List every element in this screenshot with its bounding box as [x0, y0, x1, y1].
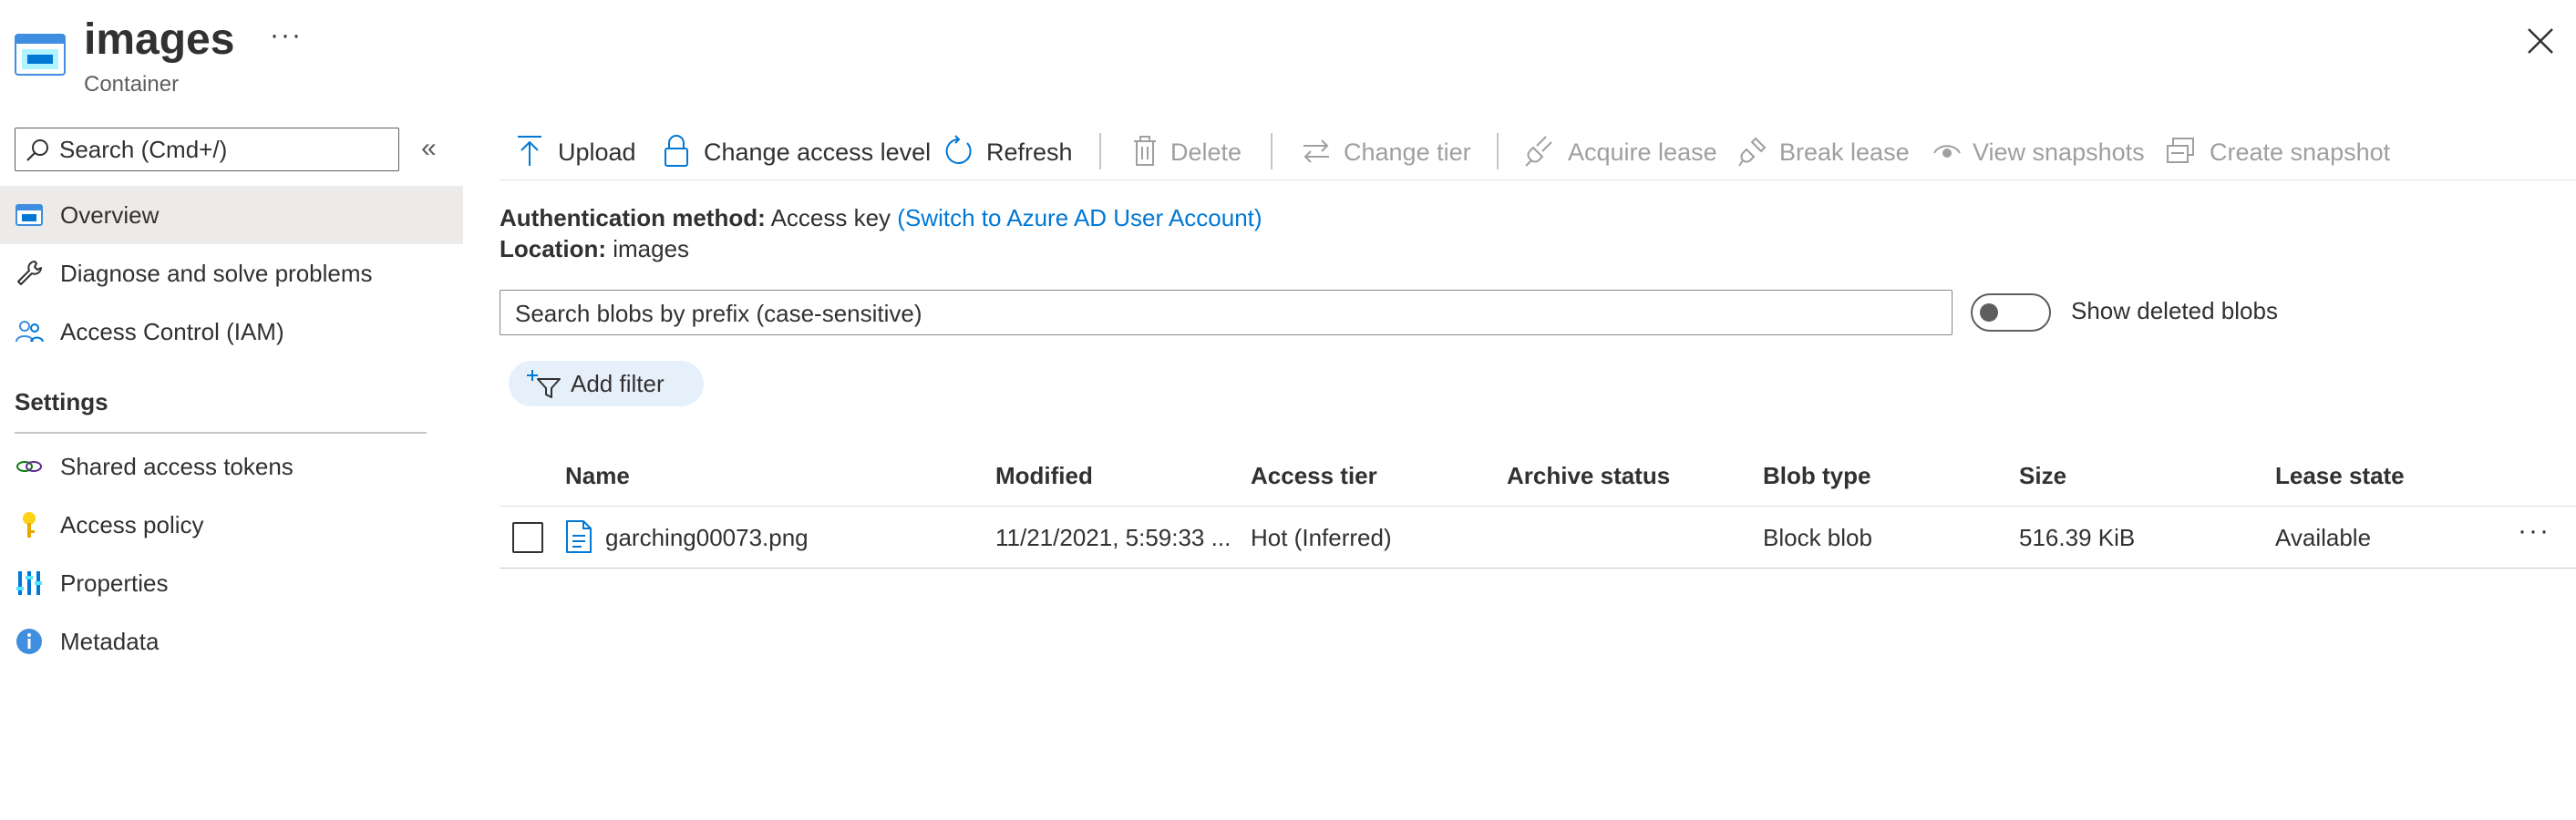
column-header-size[interactable]: Size [2019, 445, 2066, 507]
page-title: images [84, 15, 235, 64]
plug-icon [1525, 136, 1552, 167]
column-header-access-tier[interactable]: Access tier [1251, 445, 1377, 507]
sidebar-search-input[interactable] [59, 134, 387, 165]
sidebar-item-label: Overview [60, 201, 160, 229]
location-line: Location: images [500, 235, 689, 263]
auth-method-label: Authentication method: [500, 204, 766, 231]
toolbar-separator [1497, 133, 1499, 169]
blob-access-tier: Hot (Inferred) [1251, 524, 1392, 551]
storage-container-icon [15, 34, 66, 76]
properties-icon [16, 571, 42, 595]
column-header-archive-status[interactable]: Archive status [1507, 445, 1670, 507]
sidebar-item-label: Access policy [60, 511, 204, 538]
sidebar-item-iam[interactable]: Access Control (IAM) [0, 302, 463, 361]
show-deleted-blobs-label: Show deleted blobs [2071, 297, 2278, 324]
eye-icon [1933, 145, 1961, 158]
sidebar-item-overview[interactable]: Overview [0, 186, 463, 244]
change-tier-button[interactable]: Change tier [1300, 124, 1482, 179]
upload-button[interactable]: Upload [514, 124, 678, 179]
swap-icon [1303, 139, 1329, 163]
column-header-modified[interactable]: Modified [995, 445, 1093, 507]
location-value: images [613, 235, 690, 262]
auth-method-value: Access key [770, 204, 891, 231]
change-tier-label: Change tier [1344, 138, 1471, 166]
search-icon [26, 139, 48, 161]
blob-type: Block blob [1763, 524, 1872, 551]
column-header-name[interactable]: Name [565, 445, 630, 507]
blade-header: images Container ··· [0, 0, 2576, 109]
blob-size: 516.39 KiB [2019, 524, 2136, 551]
sidebar-item-diagnose[interactable]: Diagnose and solve problems [0, 244, 463, 302]
settings-section-title: Settings [15, 388, 108, 415]
broken-plug-icon [1738, 137, 1767, 167]
delete-label: Delete [1170, 138, 1242, 166]
sidebar-item-access-policy[interactable]: Access policy [0, 496, 463, 554]
acquire-lease-button[interactable]: Acquire lease [1524, 124, 1725, 179]
lock-icon [665, 135, 688, 167]
collapse-sidebar-button[interactable]: « [421, 135, 450, 164]
upload-label: Upload [558, 138, 636, 166]
sidebar-item-shared-access-tokens[interactable]: Shared access tokens [0, 437, 463, 496]
upload-icon [518, 136, 541, 166]
create-snapshot-button[interactable]: Create snapshot [2164, 124, 2401, 179]
view-snapshots-label: View snapshots [1973, 138, 2145, 166]
table-row[interactable]: garching00073.png 11/21/2021, 5:59:33 ..… [500, 507, 2576, 569]
column-header-lease-state[interactable]: Lease state [2275, 445, 2405, 507]
add-filter-label: Add filter [571, 370, 665, 397]
refresh-button[interactable]: Refresh [943, 124, 1079, 179]
row-checkbox[interactable] [512, 522, 543, 553]
delete-button[interactable]: Delete [1128, 124, 1265, 179]
people-icon [15, 321, 44, 343]
column-header-blob-type[interactable]: Blob type [1763, 445, 1870, 507]
header-more-button[interactable]: ··· [270, 22, 303, 49]
overview-icon [15, 204, 43, 226]
command-bar: Upload Change access level Refresh Delet… [500, 124, 2576, 180]
location-label: Location: [500, 235, 606, 262]
file-icon [566, 520, 592, 553]
refresh-icon [945, 135, 972, 164]
toggle-knob [1980, 303, 1998, 322]
sidebar-item-label: Properties [60, 569, 169, 597]
section-divider [15, 432, 427, 434]
create-snapshot-label: Create snapshot [2210, 138, 2391, 166]
authentication-method-line: Authentication method: Access key (Switc… [500, 204, 1262, 232]
sidebar-item-label: Access Control (IAM) [60, 318, 284, 345]
add-filter-icon [527, 370, 561, 398]
sidebar-item-label: Shared access tokens [60, 453, 294, 480]
show-deleted-blobs-toggle[interactable] [1971, 293, 2051, 332]
sidebar-item-label: Metadata [60, 628, 160, 655]
trash-icon [1134, 136, 1156, 166]
change-access-level-label: Change access level [704, 138, 932, 166]
blob-name[interactable]: garching00073.png [605, 507, 979, 569]
blob-modified: 11/21/2021, 5:59:33 ... [995, 524, 1231, 551]
sidebar-search[interactable] [15, 128, 399, 171]
sidebar-item-metadata[interactable]: Metadata [0, 612, 463, 671]
blob-search-box[interactable] [500, 290, 1953, 335]
add-filter-button[interactable]: Add filter [509, 361, 704, 406]
sidebar-item-label: Diagnose and solve problems [60, 260, 373, 287]
break-lease-label: Break lease [1779, 138, 1910, 166]
view-snapshots-button[interactable]: View snapshots [1931, 124, 2149, 179]
switch-auth-link[interactable]: (Switch to Azure AD User Account) [897, 204, 1262, 231]
break-lease-button[interactable]: Break lease [1737, 124, 1920, 179]
refresh-label: Refresh [986, 138, 1073, 166]
table-header-row: Name Modified Access tier Archive status… [500, 445, 2576, 507]
toolbar-separator [1099, 133, 1101, 169]
link-icon [16, 461, 42, 472]
acquire-lease-label: Acquire lease [1568, 138, 1717, 166]
blob-lease-state: Available [2275, 524, 2372, 551]
key-icon [23, 512, 36, 538]
wrench-icon [17, 261, 42, 285]
blob-search-input[interactable] [515, 298, 1937, 329]
change-access-level-button[interactable]: Change access level [660, 124, 932, 179]
page-subtitle: Container [84, 72, 180, 97]
close-icon[interactable] [2525, 26, 2556, 56]
sidebar-item-properties[interactable]: Properties [0, 554, 463, 612]
row-more-button[interactable]: ··· [2518, 518, 2550, 545]
toolbar-separator [1271, 133, 1273, 169]
snapshot-icon [2167, 138, 2194, 163]
info-icon [16, 629, 42, 654]
sidebar: « Overview Diagnose and solve problems A… [0, 118, 465, 820]
